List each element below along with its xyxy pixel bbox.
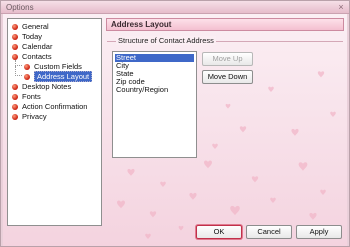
options-tree[interactable]: General Today Calendar Contacts Custom F… [7, 18, 102, 226]
tree-item-address-layout[interactable]: Address Layout [24, 71, 93, 82]
tree-item-label: Contacts [22, 52, 52, 61]
tree-item-privacy[interactable]: Privacy [12, 112, 47, 121]
bullet-icon [12, 53, 18, 60]
cancel-button[interactable]: Cancel [246, 225, 292, 239]
tree-item-fonts[interactable]: Fonts [12, 92, 41, 101]
dialog-body: General Today Calendar Contacts Custom F… [3, 14, 347, 246]
bullet-icon [12, 33, 18, 40]
window-title: Options [6, 3, 34, 12]
tree-item-desktop-notes[interactable]: Desktop Notes [12, 82, 71, 91]
tree-item-label: Custom Fields [34, 62, 82, 71]
tree-item-label: Address Layout [34, 71, 93, 82]
tree-item-label: Desktop Notes [22, 82, 72, 91]
tree-item-label: Fonts [22, 92, 41, 101]
page-title: Address Layout [111, 20, 172, 29]
tree-item-label: Calendar [22, 42, 53, 51]
list-item-country-region[interactable]: Country/Region [115, 86, 194, 94]
tree-item-general[interactable]: General [12, 22, 49, 31]
bullet-icon [12, 93, 18, 100]
panel-header: Address Layout [106, 18, 344, 31]
ok-button[interactable]: OK [196, 225, 242, 239]
move-down-button[interactable]: Move Down [202, 70, 253, 84]
bullet-icon [24, 63, 30, 70]
bullet-icon [12, 83, 18, 90]
address-fields-list[interactable]: Street City State Zip code Country/Regio… [112, 51, 197, 158]
tree-item-action-confirmation[interactable]: Action Confirmation [12, 102, 87, 111]
bullet-icon [12, 103, 18, 110]
move-up-button[interactable]: Move Up [202, 52, 253, 66]
bullet-icon [12, 23, 18, 30]
tree-item-label: Privacy [22, 112, 47, 121]
tree-connector [15, 66, 22, 76]
title-bar[interactable]: Options × [1, 1, 349, 14]
options-window: Options × General Today Calendar Contact… [0, 0, 350, 247]
group-label: Structure of Contact Address [116, 36, 216, 45]
tree-item-label: General [22, 22, 49, 31]
tree-item-label: Action Confirmation [22, 102, 88, 111]
bullet-icon [24, 73, 30, 80]
apply-button[interactable]: Apply [296, 225, 342, 239]
tree-item-calendar[interactable]: Calendar [12, 42, 52, 51]
tree-item-custom-fields[interactable]: Custom Fields [24, 62, 82, 71]
bullet-icon [12, 43, 18, 50]
tree-item-label: Today [22, 32, 43, 41]
close-icon[interactable]: × [336, 2, 346, 12]
tree-item-today[interactable]: Today [12, 32, 42, 41]
bullet-icon [12, 113, 18, 120]
